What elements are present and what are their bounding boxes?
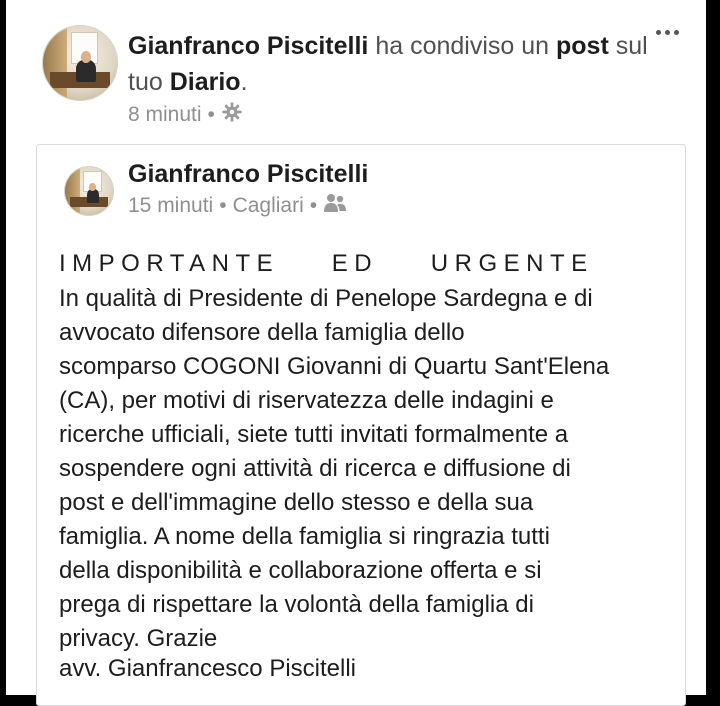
meta-separator: • xyxy=(219,194,227,217)
post-line: scomparso COGONI Giovanni di Quartu Sant… xyxy=(59,353,610,380)
meta-separator: • xyxy=(309,194,318,217)
share-meta: 8 minuti • xyxy=(128,101,243,129)
diary-link[interactable]: Diario xyxy=(170,68,241,96)
post-line: della disponibilità e collaborazione off… xyxy=(59,557,542,584)
post-line: ricerche ufficiali, siete tutti invitati… xyxy=(59,421,569,448)
headline-period: . xyxy=(240,68,248,96)
post-link[interactable]: post xyxy=(556,32,609,60)
post-title: IMPORTANTE ED URGENTE xyxy=(59,250,594,277)
friends-icon[interactable] xyxy=(323,193,347,219)
facebook-feed-screen: Gianfranco Piscitelli ha condiviso un po… xyxy=(6,0,706,706)
shared-post-header: Gianfranco Piscitelli ha condiviso un po… xyxy=(6,0,706,140)
post-line: famiglia. A nome della famiglia si ringr… xyxy=(59,523,550,550)
avatar[interactable] xyxy=(64,166,114,216)
post-line: sospendere ogni attività di ricerca e di… xyxy=(59,455,571,482)
location-link[interactable]: Cagliari xyxy=(233,194,304,218)
share-headline: Gianfranco Piscitelli ha condiviso un po… xyxy=(128,28,648,100)
post-line: post e dell'immagine dello stesso e dell… xyxy=(59,489,534,516)
post-line: (CA), per motivi di riservatezza delle i… xyxy=(59,387,554,414)
original-post-meta: 15 minuti • Cagliari • xyxy=(128,193,347,219)
author-name-link[interactable]: Gianfranco Piscitelli xyxy=(128,32,368,60)
timestamp[interactable]: 15 minuti xyxy=(128,194,213,218)
timestamp[interactable]: 8 minuti xyxy=(128,103,202,127)
post-body: In qualità di Presidente di Penelope Sar… xyxy=(59,282,699,656)
more-options-icon[interactable] xyxy=(651,22,683,42)
avatar[interactable] xyxy=(42,25,118,101)
post-signature: avv. Gianfrancesco Piscitelli xyxy=(59,655,356,682)
meta-separator: • xyxy=(207,103,215,126)
headline-text: ha condiviso un xyxy=(375,32,550,60)
post-line: prega di rispettare la volontà della fam… xyxy=(59,591,534,618)
post-line: avvocato difensore della famiglia dello xyxy=(59,319,465,346)
post-line: privacy. Grazie xyxy=(59,625,218,652)
post-line: In qualità di Presidente di Penelope Sar… xyxy=(59,285,593,312)
gear-icon[interactable] xyxy=(221,101,243,129)
original-author-name[interactable]: Gianfranco Piscitelli xyxy=(128,160,368,189)
